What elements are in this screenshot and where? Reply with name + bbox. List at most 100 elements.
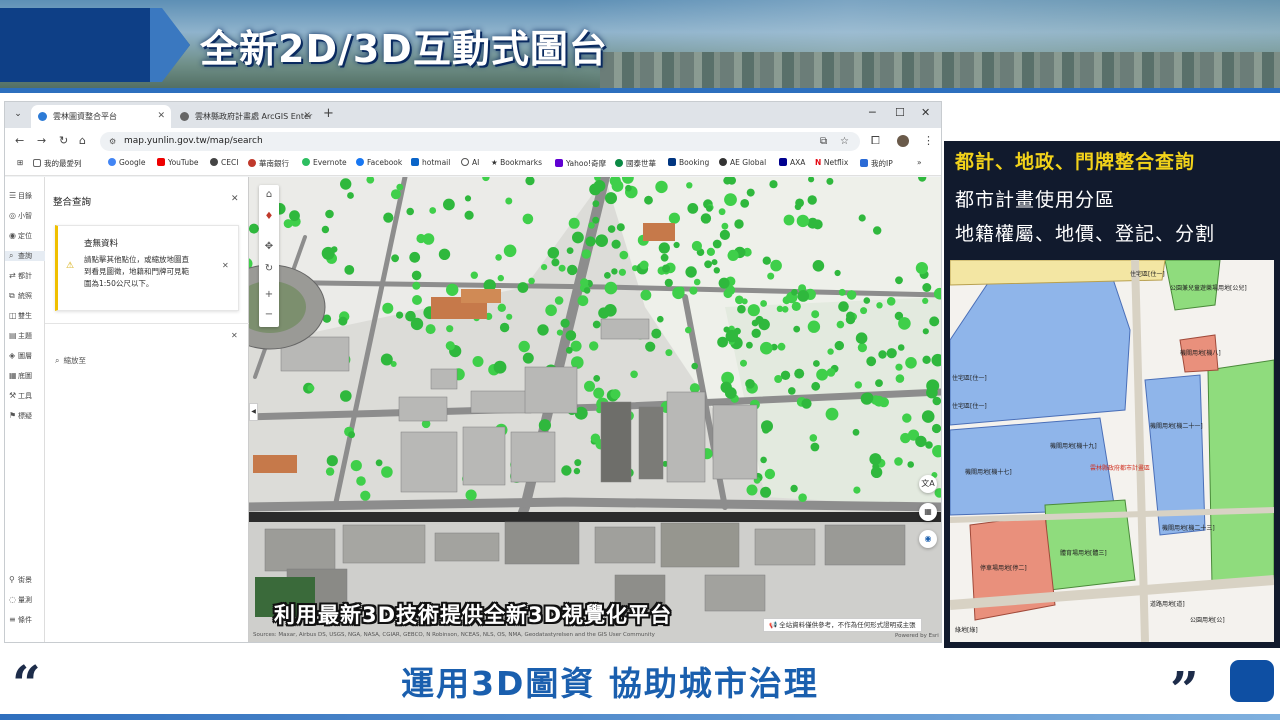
tab-arcgis[interactable]: 雲林縣政府計畫處 ArcGIS Enter ✕ [173,105,317,128]
extensions-icon[interactable]: ⧠ [871,134,880,148]
tree [740,359,747,367]
rail-item[interactable]: ◈ 圖層 [9,351,32,361]
rail-item[interactable]: ◎ 小智 [9,211,32,221]
install-icon[interactable]: ⧉ [820,132,827,151]
tree [547,247,560,259]
outlook-icon [411,158,419,166]
zoning-map[interactable]: 住宅區[住一] 公園兼兒童遊樂場用地[公兒] 機關用地[機八] 住宅區[住一] … [950,260,1274,642]
rail-item[interactable]: ◉ 定位 [9,231,32,241]
tree [719,229,731,240]
tree [340,178,352,190]
zoom-out-button[interactable]: − [259,309,279,320]
close-tab-icon[interactable]: ✕ [157,105,165,128]
tree [605,192,617,205]
close-tab-icon[interactable]: ✕ [303,105,311,128]
rotate-icon[interactable]: ↻ [259,263,279,274]
building [434,532,500,562]
pan-icon[interactable]: ✥ [259,241,279,252]
rail-item[interactable]: ⚲ 街景 [9,575,32,585]
rail-item[interactable]: ☰ 目錄 [9,191,32,201]
site-info-icon[interactable]: ⚙ [109,132,116,151]
rail-item[interactable]: ⧉ 統照 [9,291,32,301]
rail-item[interactable]: ▤主題 [9,331,32,341]
bookmark-item[interactable]: N Netflix [815,158,848,167]
building [524,366,578,414]
tree [655,180,668,194]
star-icon: ★ [491,158,501,167]
bookmark-item[interactable]: 我的最愛列 [33,158,82,169]
bookmark-item[interactable]: 我的IP [860,158,893,169]
bookmark-item[interactable]: 華南銀行 [248,158,289,169]
bookmark-item[interactable]: Booking [668,158,709,167]
reload-icon[interactable]: ↻ [59,134,68,147]
collapse-panel-button[interactable]: ◀ [249,403,258,421]
zone-label: 公園兼兒童遊樂場用地[公兒] [1170,284,1247,292]
tree [665,349,673,357]
new-tab-button[interactable]: + [323,106,334,121]
feature-callout: 都計、地政、門牌整合查詢 都市計畫使用分區 地籍權屬、地價、登記、分割 住宅區[… [944,141,1280,648]
bookmark-item[interactable]: Evernote [302,158,347,167]
maximize-button[interactable]: ☐ [895,106,905,119]
rail-item[interactable]: ▦底圖 [9,371,32,381]
bookmark-item[interactable]: 國泰世華 [615,158,656,169]
rail-item[interactable]: ⚑ 標疑 [9,411,32,421]
bookmark-item[interactable]: Facebook [356,158,402,167]
close-panel-icon[interactable]: ✕ [231,194,239,204]
left-tool-rail: ☰ 目錄 ◎ 小智 ◉ 定位 ⌕ 查詢 ⇄ 都計 ⧉ 統照 ◫雙生 ▤主題 ◈ 圖層 ▦底圖 ⚒ 工具 ⚑ 標疑 ⚲ 街景 ◌… [5,177,45,642]
zone-label: 機關用地[機十七] [965,468,1012,476]
close-window-button[interactable]: ✕ [921,106,930,119]
zone-label: 機關用地[機二十三] [1162,524,1215,532]
tree [472,356,484,367]
url-text: map.yunlin.gov.tw/map/search [124,136,263,146]
zoom-to-link[interactable]: ⌕ 縮放至 [55,355,86,366]
home-view-icon[interactable]: ⌂ [259,189,279,200]
tree [894,457,903,466]
assistant-icon[interactable]: ◉ [919,530,937,548]
menu-icon[interactable]: ⋮ [923,134,934,147]
translate-icon[interactable]: 文A [919,475,937,493]
forward-icon[interactable]: → [37,134,46,147]
rail-label: 底圖 [18,372,32,380]
rail-item[interactable]: ◫雙生 [9,311,32,321]
back-icon[interactable]: ← [15,134,24,147]
home-icon[interactable]: ⌂ [79,134,86,147]
rail-item[interactable]: ⇄ 都計 [9,271,32,281]
tree [307,384,315,392]
bookmark-item[interactable]: YouTube [157,158,199,167]
compass-icon[interactable]: ♦ [259,211,279,222]
bookmark-item[interactable]: Yahoo!奇摩 [555,158,606,169]
map-view[interactable]: ☰ 目錄 ◎ 小智 ◉ 定位 ⌕ 查詢 ⇄ 都計 ⧉ 統照 ◫雙生 ▤主題 ◈ 圖層 ▦底圖 ⚒ 工具 ⚑ 標疑 ⚲ 街景 ◌… [5,177,941,642]
bookmark-item[interactable]: ★ Bookmarks [491,158,542,167]
bookmark-item[interactable]: CECI [210,158,238,167]
rail-item[interactable]: ⌕ 查詢 [5,251,45,261]
tree [411,270,422,281]
tree [464,210,474,220]
apps-icon[interactable]: ⊞ [17,158,23,167]
rail-icon: ▦ [9,371,17,380]
tree [565,346,573,354]
more-bookmarks-icon[interactable]: » [917,158,922,167]
bookmark-item[interactable]: AE Global [719,158,766,167]
tree [747,304,760,317]
tree [528,277,535,285]
tree [762,256,771,265]
minimize-button[interactable]: ─ [869,106,876,119]
rail-icon: ◈ [9,351,16,360]
bookmark-item[interactable]: AI [461,158,479,167]
tree [798,493,807,503]
dismiss-notice-icon[interactable]: ✕ [222,261,229,270]
zoom-in-button[interactable]: + [259,289,279,300]
tree [735,295,744,305]
rail-icon: ☰ [9,191,17,200]
bookmark-item[interactable]: Google [108,158,145,167]
bookmark-item[interactable]: AXA [779,158,805,167]
rail-item[interactable]: ⚒ 工具 [9,391,32,401]
close-section-icon[interactable]: ✕ [231,331,238,340]
tab-search-icon[interactable]: ⌄ [11,107,25,121]
bookmark-item[interactable]: hotmail [411,158,450,167]
bookmark-star-icon[interactable]: ☆ [840,132,849,151]
avatar[interactable] [897,135,909,147]
address-bar[interactable]: ⚙ map.yunlin.gov.tw/map/search ⧉ ☆ [100,132,860,151]
qr-code-icon[interactable]: ▦ [919,503,937,521]
tab-yunlin-platform[interactable]: 雲林圖資整合平台 ✕ [31,105,171,128]
